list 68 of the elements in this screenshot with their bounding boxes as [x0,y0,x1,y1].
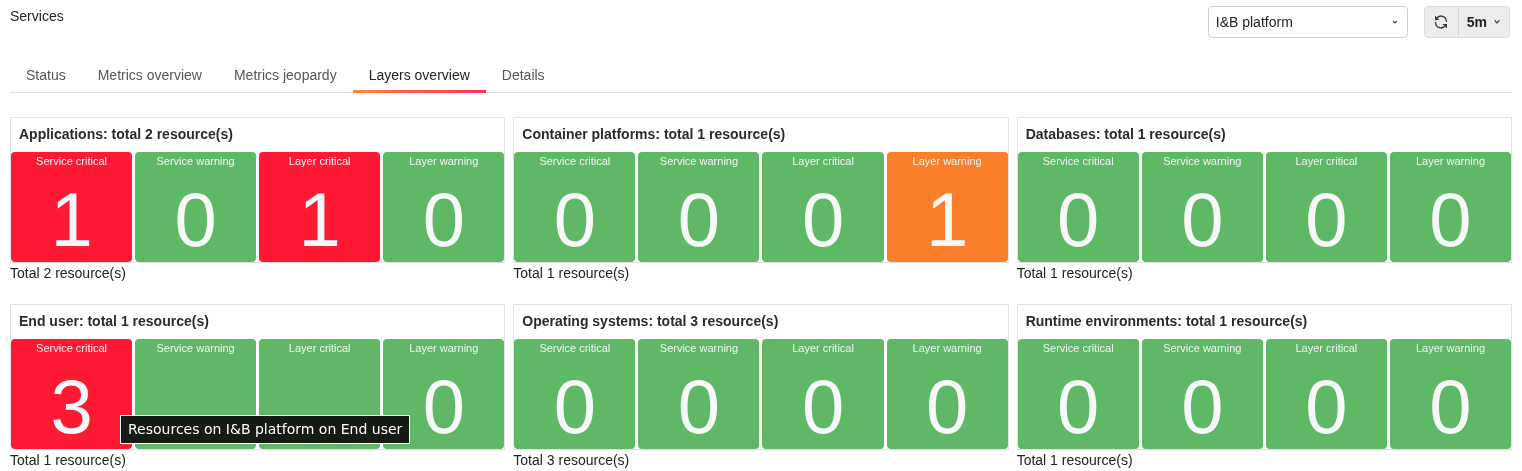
platform-select[interactable]: I&B platform [1207,6,1408,38]
panel-title: Databases: total 1 resource(s) [1024,125,1227,144]
tab[interactable]: Details [485,60,561,93]
tile-value: 0 [1057,181,1100,258]
tile-value: 0 [553,181,596,258]
tile-label: Layer warning [409,341,479,356]
tile-label: Layer critical [792,154,854,169]
tile-label: Service warning [659,154,739,169]
panel-footer: Total 2 resource(s) [10,264,506,282]
tile-label: Service warning [659,341,739,356]
tile-label: Service critical [1042,341,1114,356]
refresh-icon [1433,14,1450,30]
panel-footer: Total 1 resource(s) [10,451,506,469]
tile-value: 0 [801,368,845,445]
tile-label: Layer critical [1295,154,1358,169]
tab[interactable]: Metrics overview [81,60,218,93]
tile-value: 0 [422,368,465,445]
panel-footer: Total 1 resource(s) [513,264,1009,282]
tile-value: 0 [1429,368,1472,445]
tile-value: 1 [925,181,969,258]
tile-label: Service warning [156,154,235,169]
tile-label: Layer warning [1415,341,1485,356]
page-title: Services [10,7,64,26]
tile-value: 0 [1181,181,1224,258]
tile-label: Service critical [36,341,107,356]
tile-value: 1 [298,181,341,258]
tile-label: Service warning [1163,154,1242,169]
tile-value: 1 [50,181,93,258]
tile-label: Layer critical [1295,341,1358,356]
tile-value: 0 [1305,368,1348,445]
tab[interactable]: Metrics jeopardy [217,60,353,93]
tile-value: 0 [1429,181,1472,258]
panel-title: Applications: total 2 resource(s) [18,125,234,144]
tile-value: 0 [174,181,217,258]
tile-label: Layer warning [912,341,982,356]
tile-label: Layer critical [288,341,351,356]
tile-value: 0 [1181,368,1224,445]
tile-label: Service critical [539,341,611,356]
tile-value: 0 [1305,181,1348,258]
tile-value: 0 [1057,368,1100,445]
tile-label: Layer warning [409,154,479,169]
panel-title: End user: total 1 resource(s) [18,312,210,331]
tile-value: 0 [553,368,596,445]
panel-footer: Total 1 resource(s) [1016,264,1512,282]
tile-label: Layer warning [1415,154,1485,169]
panel-title: Runtime environments: total 1 resource(s) [1024,312,1309,331]
tile-label: Layer warning [912,154,982,169]
tab[interactable]: Layers overview [352,60,486,93]
panel-title: Container platforms: total 1 resource(s) [521,125,787,144]
chevron-down-icon [1493,18,1501,26]
tile-value: 0 [801,181,845,258]
panel-footer: Total 1 resource(s) [1016,451,1512,469]
tile-label: Service warning [156,341,235,356]
tab[interactable]: Status [10,60,82,93]
tile-label: Service warning [1163,341,1242,356]
tile-value: 0 [422,181,465,258]
tooltip: Resources on I&B platform on End user [120,415,411,444]
tile-value: 0 [677,181,721,258]
tile-value: 0 [925,368,969,445]
tile-label: Service critical [539,154,611,169]
tile-label: Service critical [36,154,107,169]
tile-label: Service critical [1042,154,1114,169]
tile-value: 3 [50,368,93,445]
panel-footer: Total 3 resource(s) [513,451,1009,469]
tile-value: 0 [677,368,721,445]
tile-label: Layer critical [288,154,351,169]
tile-label: Layer critical [792,341,854,356]
panel-title: Operating systems: total 3 resource(s) [521,312,780,331]
